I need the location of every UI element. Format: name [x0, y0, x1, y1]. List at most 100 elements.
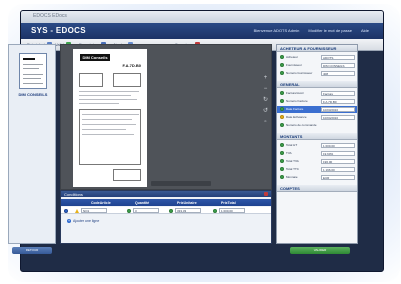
cell-total: 1 000,00: [213, 208, 245, 213]
ok-icon: [280, 167, 284, 171]
total-ht-input[interactable]: 1 000,00: [321, 142, 355, 148]
section-buyer-supplier[interactable]: ACHETEUR & FOURNISSEUR: [277, 45, 357, 52]
column-header-quantity[interactable]: Quantité: [135, 201, 149, 205]
supplier-input[interactable]: DIM CONSEILS: [321, 62, 355, 68]
ok-icon: [280, 159, 284, 163]
section-amounts[interactable]: MONTANTS: [277, 133, 357, 140]
app-header: SYS - EDOCS Bienvenue ADOTS Admin Modifi…: [21, 23, 383, 39]
field-invoice-date: Date Facture 10/03/2010: [277, 106, 357, 113]
cell-code: NO1: [75, 208, 107, 213]
sender-address-box: [79, 73, 103, 87]
buyer-input[interactable]: ADOTS: [321, 54, 355, 60]
field-invoice-number: Numéro Facture F.A.7D.B0: [277, 98, 357, 105]
header-links: Bienvenue ADOTS Admin Modifier le mot de…: [254, 28, 369, 33]
field-label: Numéro fournisseur: [286, 71, 313, 75]
recipient-address-box: [113, 73, 141, 87]
field-label: Fournisseur: [286, 63, 302, 67]
unit-price-input[interactable]: 333,33: [175, 208, 201, 213]
field-total-ttc: Total TTC 1 196,00: [277, 166, 357, 173]
close-icon[interactable]: [264, 192, 268, 196]
ok-icon: [280, 107, 284, 111]
line-items-titlebar: Conditions: [61, 191, 271, 197]
row-select-checkbox[interactable]: [64, 208, 68, 213]
field-buyer: Acheteur ADOTS: [277, 54, 357, 61]
ok-icon: [280, 63, 284, 67]
app-title: SYS - EDOCS: [31, 26, 86, 35]
total-vat-input[interactable]: 196,00: [321, 158, 355, 164]
supplier-number-input[interactable]: 408: [321, 70, 355, 76]
totals-box: [113, 169, 141, 181]
welcome-link[interactable]: Bienvenue ADOTS Admin: [254, 28, 300, 33]
field-label: Acheteur: [286, 55, 299, 59]
fit-icon[interactable]: ▫: [262, 119, 269, 126]
column-header-total[interactable]: PrixTotal: [221, 201, 236, 205]
invoice-number: F.A.7D.B0: [122, 63, 141, 68]
invoice-number-input[interactable]: F.A.7D.B0: [321, 98, 355, 104]
line-items-header: CodeArticle Quantité PrixUnitaire PrixTo…: [61, 199, 271, 206]
help-link[interactable]: Aide: [361, 28, 369, 33]
document-viewer[interactable]: DIM Conseils F.A.7D.B0 + − ↻ ↺ ▫: [60, 44, 272, 190]
warning-dot-icon: [280, 115, 284, 119]
zoom-in-icon[interactable]: +: [262, 75, 269, 82]
line-items-panel: Conditions CodeArticle Quantité PrixUnit…: [60, 190, 272, 244]
ok-icon: [280, 175, 284, 179]
change-password-link[interactable]: Modifier le mot de passe: [308, 28, 352, 33]
code-input[interactable]: NO1: [81, 208, 107, 213]
total-input[interactable]: 1 000,00: [219, 208, 245, 213]
quantity-input[interactable]: 3: [133, 208, 159, 213]
rotate-icon[interactable]: ↻: [262, 97, 269, 104]
doc-text-line: [79, 95, 131, 96]
total-ttc-input[interactable]: 1 196,00: [321, 166, 355, 172]
field-label: Monnaie: [286, 175, 298, 179]
field-label: Total HT: [286, 143, 298, 147]
page-navigator[interactable]: [151, 181, 211, 186]
column-header-unit-price[interactable]: PrixUnitaire: [177, 201, 197, 205]
invoice-type-select[interactable]: Facture: [321, 90, 355, 96]
vat-rate-input[interactable]: 19,60%: [321, 150, 355, 156]
doc-text-line: [79, 99, 137, 100]
thumb-line: [23, 83, 43, 84]
doc-table-line: [82, 134, 134, 135]
doc-table-line: [82, 119, 132, 120]
table-row[interactable]: NO1 3 333,33 1 000,00: [61, 207, 271, 214]
invoice-date-input[interactable]: 10/03/2010: [321, 106, 355, 112]
field-currency: Monnaie EUR: [277, 174, 357, 181]
section-general[interactable]: GENERAL: [277, 81, 357, 88]
section-accounts[interactable]: COMPTES: [277, 185, 357, 192]
company-logo: DIM Conseils: [80, 54, 110, 61]
invoice-lines-table: [79, 109, 141, 165]
doc-table-line: [82, 114, 139, 115]
section-title: ACHETEUR & FOURNISSEUR: [280, 46, 337, 51]
field-vat-rate: TVA 19,60%: [277, 150, 357, 157]
back-button-label: RETOUR: [25, 248, 39, 252]
field-label: Date Echéance: [286, 115, 307, 119]
column-header-code[interactable]: CodeArticle: [91, 201, 111, 205]
field-total-ht: Total HT 1 000,00: [277, 142, 357, 149]
doc-text-line: [79, 103, 119, 104]
page-thumbnail[interactable]: [19, 53, 47, 89]
field-total-vat: Total TVA 196,00: [277, 158, 357, 165]
ok-icon: [280, 71, 284, 75]
field-label: Date Facture: [286, 107, 304, 111]
validate-button[interactable]: VALIDER: [290, 247, 350, 254]
ok-icon: [280, 123, 284, 127]
zoom-out-icon[interactable]: −: [262, 86, 269, 93]
back-button[interactable]: RETOUR: [12, 247, 52, 254]
window-titlebar: EDOCS EDocs: [21, 11, 383, 23]
validate-button-label: VALIDER: [313, 248, 327, 252]
thumbnail-panel: DIM CONSEILS: [8, 44, 56, 244]
ok-icon: [280, 143, 284, 147]
ok-icon: [213, 208, 217, 213]
document-page: DIM Conseils F.A.7D.B0: [73, 49, 147, 187]
window-title: EDOCS EDocs: [33, 13, 67, 19]
add-line-button[interactable]: + Ajouter une ligne: [67, 218, 99, 224]
currency-select[interactable]: EUR: [321, 174, 355, 180]
line-items-title: Conditions: [64, 191, 83, 197]
ok-icon: [280, 99, 284, 103]
rotate-back-icon[interactable]: ↺: [262, 108, 269, 115]
field-supplier-number: Numéro fournisseur 408: [277, 70, 357, 77]
thumb-line: [23, 68, 39, 69]
screenshot-stage: EDOCS EDocs SYS - EDOCS Bienvenue ADOTS …: [0, 0, 401, 284]
doc-text-line: [79, 91, 139, 92]
due-date-input[interactable]: 10/04/2010: [321, 114, 355, 120]
